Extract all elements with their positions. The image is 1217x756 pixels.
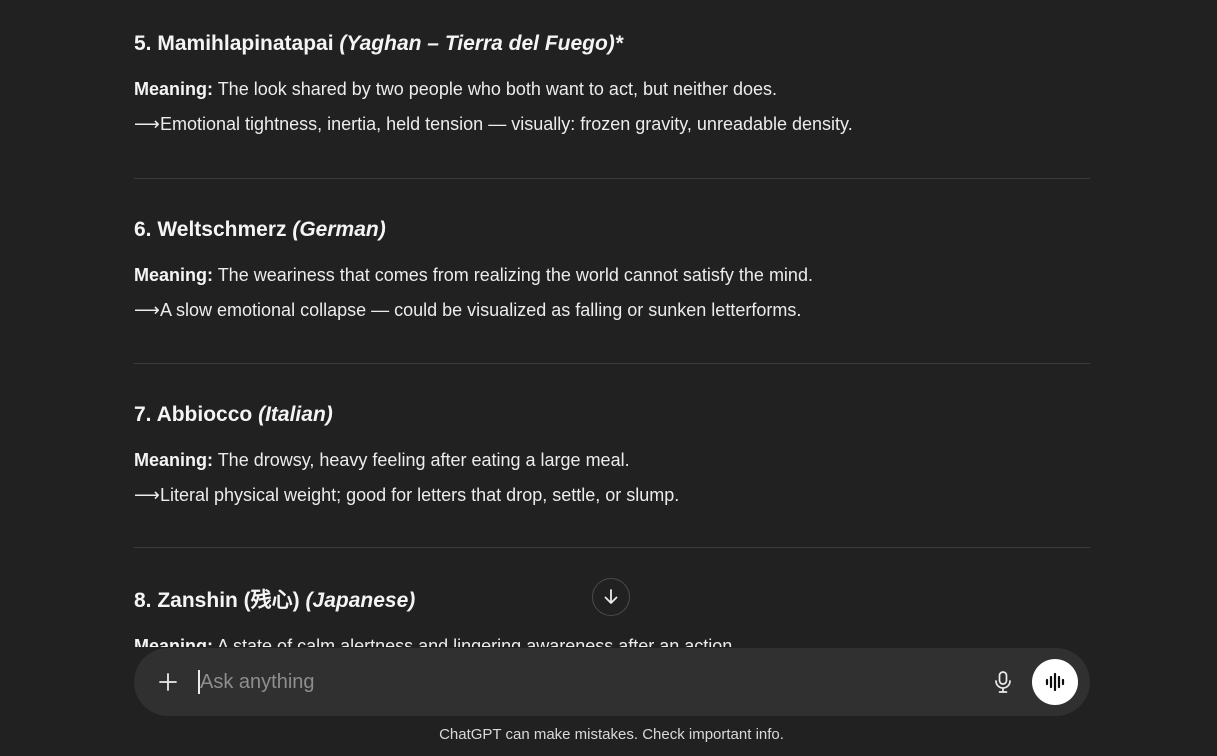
dictate-button[interactable]: [989, 668, 1017, 696]
word-entry: 6. Weltschmerz (German) Meaning: The wea…: [134, 216, 1090, 323]
entry-name: 7. Abbiocco: [134, 403, 253, 426]
arrow-down-icon: [604, 589, 618, 604]
meaning-line: Meaning: The look shared by two people w…: [134, 76, 1090, 102]
entry-heading: 7. Abbiocco (Italian): [134, 401, 1090, 429]
note-text: A slow emotional collapse — could be vis…: [160, 300, 802, 320]
entry-language: (Italian): [258, 403, 333, 426]
meaning-text: The weariness that comes from realizing …: [217, 265, 813, 285]
chat-page: 5. Mamihlapinatapai (Yaghan – Tierra del…: [0, 0, 1217, 756]
note-text: Literal physical weight; good for letter…: [160, 485, 680, 505]
add-attachment-button[interactable]: [154, 668, 182, 696]
text-caret: [198, 670, 200, 694]
word-entry: 7. Abbiocco (Italian) Meaning: The drows…: [134, 401, 1090, 508]
meaning-line: Meaning: The weariness that comes from r…: [134, 262, 1090, 288]
prompt-input[interactable]: [200, 666, 960, 698]
divider: [134, 178, 1090, 179]
entry-name: 5. Mamihlapinatapai: [134, 32, 334, 55]
voice-mode-icon: [1045, 672, 1065, 692]
divider: [134, 547, 1090, 548]
arrow-icon: ⟶: [134, 485, 160, 505]
note-line: ⟶Literal physical weight; good for lette…: [134, 482, 1090, 508]
meaning-line: Meaning: The drowsy, heavy feeling after…: [134, 447, 1090, 473]
arrow-icon: ⟶: [134, 114, 160, 134]
disclaimer-text: ChatGPT can make mistakes. Check importa…: [439, 726, 784, 743]
note-line: ⟶A slow emotional collapse — could be vi…: [134, 297, 1090, 323]
meaning-text: A state of calm alertness and lingering …: [217, 636, 738, 647]
plus-icon: [159, 673, 177, 691]
assistant-message: 5. Mamihlapinatapai (Yaghan – Tierra del…: [134, 0, 1090, 647]
meaning-label: Meaning:: [134, 450, 213, 470]
entry-language: (Yaghan – Tierra del Fuego)*: [339, 32, 623, 55]
meaning-label: Meaning:: [134, 79, 213, 99]
entry-language: (Japanese): [305, 589, 416, 612]
microphone-icon: [995, 671, 1011, 693]
meaning-line: Meaning: A state of calm alertness and l…: [134, 633, 1090, 647]
entry-name: 6. Weltschmerz: [134, 218, 287, 241]
entry-heading: 6. Weltschmerz (German): [134, 216, 1090, 244]
meaning-label: Meaning:: [134, 636, 213, 647]
meaning-label: Meaning:: [134, 265, 213, 285]
composer: [134, 648, 1090, 716]
meaning-text: The drowsy, heavy feeling after eating a…: [217, 450, 630, 470]
entry-name: 8. Zanshin (残心): [134, 589, 300, 612]
entry-heading: 5. Mamihlapinatapai (Yaghan – Tierra del…: [134, 30, 1090, 58]
scroll-to-bottom-button[interactable]: [592, 578, 630, 616]
note-text: Emotional tightness, inertia, held tensi…: [160, 114, 853, 134]
note-line: ⟶Emotional tightness, inertia, held tens…: [134, 111, 1090, 137]
meaning-text: The look shared by two people who both w…: [217, 79, 778, 99]
voice-mode-button[interactable]: [1032, 659, 1078, 705]
entry-language: (German): [292, 218, 386, 241]
arrow-icon: ⟶: [134, 300, 160, 320]
word-entry: 5. Mamihlapinatapai (Yaghan – Tierra del…: [134, 30, 1090, 137]
divider: [134, 363, 1090, 364]
